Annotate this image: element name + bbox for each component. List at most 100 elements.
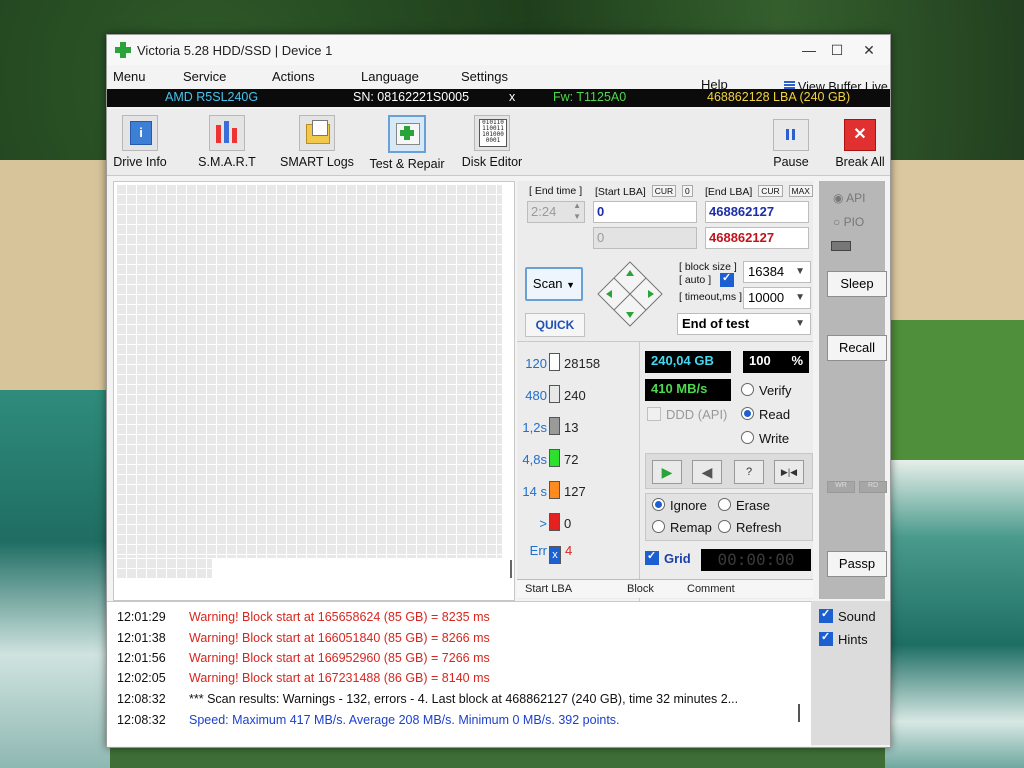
start-lba-secondary: 0: [593, 227, 697, 249]
skip-button[interactable]: ?: [734, 460, 764, 484]
block-map-grid[interactable]: [113, 181, 515, 601]
pause-button[interactable]: Pause: [769, 119, 813, 169]
end-cur-chip[interactable]: CUR: [758, 185, 783, 197]
radio-dot: [741, 383, 754, 396]
mode-write-radio[interactable]: Write: [741, 431, 789, 446]
end-time-label: [ End time ]: [529, 185, 583, 197]
menu-settings[interactable]: Settings: [461, 69, 508, 84]
stat-color-box: [549, 513, 560, 531]
menu-service[interactable]: Service: [183, 69, 226, 84]
smart-label: S.M.A.R.T: [198, 155, 256, 169]
col-comment[interactable]: Comment: [687, 583, 735, 595]
block-size-select[interactable]: 16384 ▼: [743, 261, 811, 283]
drive-info-button[interactable]: i Drive Info: [111, 115, 169, 169]
victoria-window: Victoria 5.28 HDD/SSD | Device 1 — ☐ ✕ M…: [106, 34, 891, 748]
repair-refresh-radio[interactable]: Refresh: [718, 520, 782, 535]
smart-button[interactable]: S.M.A.R.T: [195, 115, 259, 169]
device-info-bar: AMD R5SL240G SN: 08162221S0005 x Fw: T11…: [107, 89, 890, 107]
grid-scrollbar[interactable]: [510, 560, 512, 578]
ddd-api-checkbox[interactable]: DDD (API): [647, 407, 727, 422]
radio-dot: [652, 520, 665, 533]
mode-read-radio[interactable]: Read: [741, 407, 790, 422]
direction-pad[interactable]: [597, 261, 663, 327]
disk-editor-button[interactable]: 010110 110011 101000 0001 Disk Editor: [459, 115, 525, 169]
maximize-button[interactable]: ☐: [823, 39, 851, 61]
stat-row-1-2s: 1,2s 13: [521, 417, 578, 435]
spin-arrows-icon[interactable]: ▲ ▼: [573, 200, 581, 222]
start-cur-chip[interactable]: CUR: [651, 185, 677, 197]
stat-count: 127: [564, 484, 586, 499]
end-lba-input[interactable]: 468862127: [705, 201, 809, 223]
stat-label: Err: [529, 543, 547, 558]
grid-checkbox[interactable]: Grid: [645, 549, 691, 566]
test-repair-label: Test & Repair: [369, 157, 445, 171]
device-firmware: Fw: T1125A0: [553, 90, 627, 104]
hints-checkbox[interactable]: Hints: [819, 630, 868, 647]
end-action-select[interactable]: End of test ▼: [677, 313, 811, 335]
device-close-x[interactable]: x: [509, 90, 515, 104]
pio-radio[interactable]: ○ PIO: [833, 215, 864, 229]
repair-remap-radio[interactable]: Remap: [652, 520, 712, 535]
timeout-select[interactable]: 10000 ▼: [743, 287, 811, 309]
mode-verify-radio[interactable]: Verify: [741, 383, 792, 398]
chevron-down-icon: ▼: [795, 292, 805, 303]
stat-label: 1,2s: [522, 420, 547, 435]
stat-count: 13: [564, 420, 579, 435]
stat-color-box: [549, 385, 560, 403]
passp-button[interactable]: Passp: [827, 551, 887, 577]
stat-color-box: [549, 417, 560, 435]
repair-erase-radio[interactable]: Erase: [718, 498, 770, 513]
back-button[interactable]: ◀: [692, 460, 722, 484]
quick-button[interactable]: QUICK: [525, 313, 585, 337]
menu-bar: Menu Service Actions Language Settings H…: [107, 65, 890, 94]
skip-icon: ?: [745, 466, 753, 478]
stat-label: 14 s: [522, 484, 547, 499]
event-log[interactable]: 12:01:29 Warning! Block start at 16565862…: [107, 601, 811, 746]
close-button[interactable]: ✕: [855, 39, 883, 61]
log-time: 12:01:38: [117, 631, 166, 645]
results-table-header: Start LBA Block Comment: [517, 579, 813, 598]
play-button[interactable]: ▶: [652, 460, 682, 484]
timeout-label: [ timeout,ms ]: [679, 291, 743, 303]
to-end-button[interactable]: ▶|◀: [774, 460, 804, 484]
col-start-lba[interactable]: Start LBA: [525, 583, 572, 595]
menu-actions[interactable]: Actions: [272, 69, 315, 84]
break-all-button[interactable]: ✕ Break All: [833, 119, 887, 169]
scan-button[interactable]: Scan ▼: [525, 267, 583, 301]
menu-language[interactable]: Language: [361, 69, 419, 84]
rd-small-button[interactable]: RD: [859, 481, 887, 493]
scan-label: Scan: [532, 276, 563, 291]
hints-label: Hints: [838, 632, 868, 647]
device-model[interactable]: AMD R5SL240G: [165, 90, 258, 104]
wallpaper-sea-left: [0, 390, 110, 768]
menu-menu[interactable]: Menu: [113, 69, 146, 84]
recall-button[interactable]: Recall: [827, 335, 887, 361]
stat-color-box: [549, 353, 560, 371]
repair-ignore-radio[interactable]: Ignore: [652, 498, 707, 513]
col-block[interactable]: Block: [627, 583, 654, 595]
test-repair-button[interactable]: Test & Repair: [365, 115, 449, 171]
hints-check: [819, 630, 833, 646]
repair-remap-label: Remap: [670, 520, 712, 535]
title-bar[interactable]: Victoria 5.28 HDD/SSD | Device 1 — ☐ ✕: [107, 35, 890, 65]
sound-checkbox[interactable]: Sound: [819, 607, 876, 624]
repair-ignore-label: Ignore: [670, 498, 707, 513]
end-time-field[interactable]: 2:24 ▲ ▼: [527, 201, 585, 223]
api-radio[interactable]: ◉ API: [833, 191, 866, 205]
size-readout: 240,04 GB: [645, 351, 731, 373]
start-zero-chip[interactable]: 0: [682, 185, 693, 197]
stat-count: 72: [564, 452, 579, 467]
percent-readout: 100 %: [743, 351, 809, 373]
auto-checkbox[interactable]: [720, 271, 734, 287]
smart-logs-button[interactable]: SMART Logs: [277, 115, 357, 169]
scan-dropdown-icon: ▼: [566, 280, 576, 290]
stat-count: 240: [564, 388, 586, 403]
log-scrollbar[interactable]: [798, 704, 800, 722]
minimize-button[interactable]: —: [795, 39, 823, 61]
sleep-button[interactable]: Sleep: [827, 271, 887, 297]
wallpaper-beach-right: [885, 160, 1024, 330]
end-max-chip[interactable]: MAX: [788, 185, 813, 197]
start-lba-input[interactable]: 0: [593, 201, 697, 223]
disk-editor-label: Disk Editor: [461, 155, 523, 169]
wr-small-button[interactable]: WR: [827, 481, 855, 493]
